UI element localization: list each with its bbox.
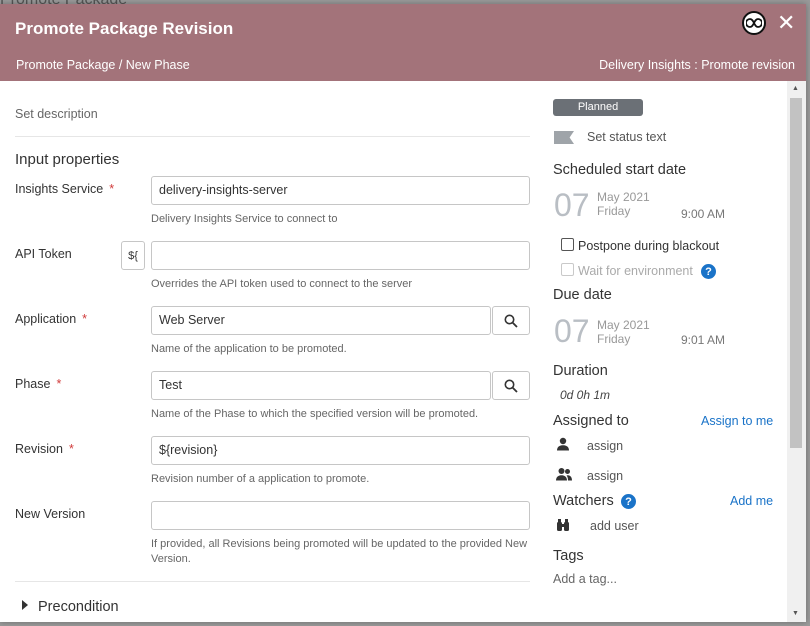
duration-heading: Duration: [553, 363, 608, 379]
binoculars-icon: [557, 519, 569, 531]
assign-team-field[interactable]: assign: [587, 469, 623, 483]
insights-service-input[interactable]: delivery-insights-server: [151, 176, 530, 205]
team-icon: [556, 468, 572, 481]
scroll-up-icon[interactable]: ▲: [792, 85, 799, 92]
plugin-logo-icon: [742, 11, 766, 35]
scheduled-start-weekday: Friday: [597, 204, 631, 218]
phase-help: Name of the Phase to which the specified…: [151, 408, 479, 420]
revision-input[interactable]: ${revision}: [151, 436, 530, 465]
assign-to-me-link[interactable]: Assign to me: [701, 414, 773, 428]
new-version-label: New Version: [15, 507, 86, 521]
search-icon: [504, 379, 518, 393]
due-time[interactable]: 9:01 AM: [681, 333, 725, 347]
precondition-toggle[interactable]: Precondition: [22, 599, 119, 615]
postpone-label: Postpone during blackout: [578, 239, 720, 253]
dialog-title: Promote Package Revision: [15, 19, 234, 38]
scheduled-start-heading: Scheduled start date: [553, 162, 687, 178]
api-token-input[interactable]: [151, 241, 530, 270]
description-field[interactable]: Set description: [15, 107, 98, 121]
assign-user-field[interactable]: assign: [587, 439, 623, 453]
scheduled-start-day[interactable]: 07: [554, 189, 590, 221]
phase-label: Phase *: [15, 377, 62, 391]
promote-package-dialog: Promote Package Revision ✕ Promote Packa…: [0, 4, 806, 622]
close-icon[interactable]: ✕: [777, 10, 795, 36]
status-badge: Planned: [553, 99, 643, 116]
wait-checkbox[interactable]: [561, 263, 574, 276]
tags-heading: Tags: [553, 548, 584, 564]
scrollbar[interactable]: ▲ ▼: [787, 81, 806, 622]
scheduled-start-time[interactable]: 9:00 AM: [681, 207, 725, 221]
due-month: May 2021: [597, 318, 650, 332]
application-label: Application *: [15, 312, 88, 326]
watchers-heading: Watchers: [553, 493, 614, 509]
add-me-link[interactable]: Add me: [730, 494, 773, 508]
task-context: Delivery Insights : Promote revision: [599, 58, 795, 72]
scrollbar-thumb[interactable]: [790, 98, 802, 448]
due-weekday: Friday: [597, 332, 631, 346]
flag-icon[interactable]: [554, 131, 574, 144]
divider: [15, 581, 530, 582]
help-icon[interactable]: ?: [701, 264, 716, 279]
new-version-input[interactable]: [151, 501, 530, 530]
scheduled-start-month: May 2021: [597, 190, 650, 204]
status-text-field[interactable]: Set status text: [587, 130, 666, 144]
revision-label: Revision *: [15, 442, 74, 456]
section-title: Input properties: [15, 151, 120, 168]
new-version-help: If provided, all Revisions being promote…: [151, 538, 528, 565]
variable-button[interactable]: ${: [121, 241, 145, 270]
phase-search-button[interactable]: [492, 371, 530, 400]
revision-help: Revision number of a application to prom…: [151, 473, 370, 485]
caret-right-icon: [22, 600, 28, 610]
help-icon[interactable]: ?: [621, 494, 636, 509]
due-day[interactable]: 07: [554, 315, 590, 347]
insights-service-help: Delivery Insights Service to connect to: [151, 213, 338, 225]
duration-value[interactable]: 0d 0h 1m: [560, 388, 610, 402]
application-search-button[interactable]: [492, 306, 530, 335]
person-icon: [557, 437, 569, 451]
postpone-checkbox[interactable]: [561, 238, 574, 251]
application-input[interactable]: Web Server: [151, 306, 491, 335]
wait-label: Wait for environment: [578, 264, 693, 278]
due-date-heading: Due date: [553, 287, 612, 303]
insights-service-label: Insights Service *: [15, 182, 115, 196]
search-icon: [504, 314, 518, 328]
scroll-down-icon[interactable]: ▼: [792, 610, 799, 617]
tags-input[interactable]: Add a tag...: [553, 572, 617, 586]
divider: [15, 136, 530, 137]
api-token-label: API Token: [15, 247, 72, 261]
breadcrumb: Promote Package / New Phase: [16, 58, 190, 72]
application-help: Name of the application to be promoted.: [151, 343, 347, 355]
phase-input[interactable]: Test: [151, 371, 491, 400]
add-watcher-field[interactable]: add user: [590, 519, 639, 533]
api-token-help: Overrides the API token used to connect …: [151, 278, 413, 290]
dialog-header: Promote Package Revision ✕ Promote Packa…: [0, 4, 806, 81]
assigned-to-heading: Assigned to: [553, 413, 629, 429]
